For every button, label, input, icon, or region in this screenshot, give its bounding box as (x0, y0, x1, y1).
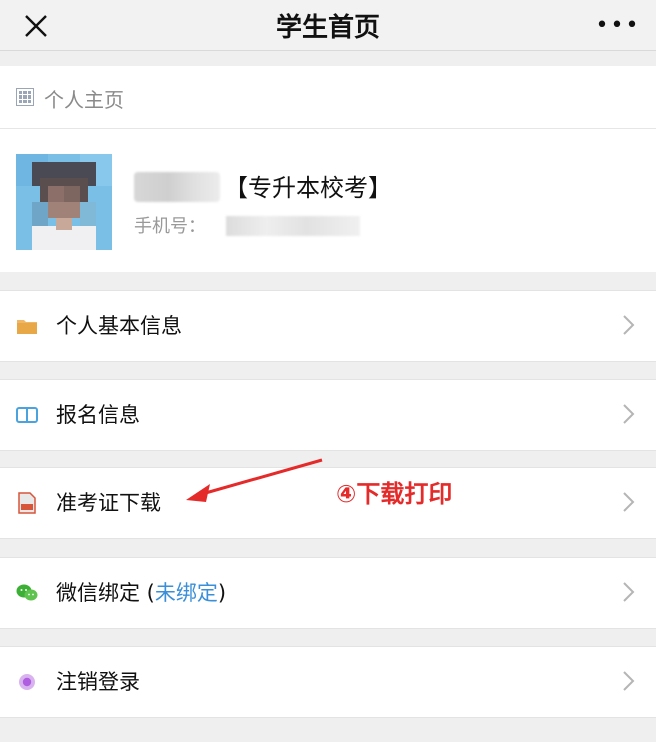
annotation-arrow (186, 458, 323, 502)
annotation-text: ④下载打印 (336, 480, 453, 508)
menu-item-label: 准考证下载 (56, 491, 161, 515)
menu-item-label: 微信绑定 (未绑定) (56, 577, 226, 607)
phone-label: 手机号： (134, 216, 206, 237)
chevron-right-icon (623, 671, 635, 691)
section-header: 个人主页 (0, 66, 656, 129)
pdf-icon (16, 492, 38, 514)
book-icon (16, 405, 38, 425)
chevron-right-icon (623, 582, 635, 602)
chevron-right-icon (623, 315, 635, 335)
more-button[interactable]: ••• (596, 10, 639, 40)
menu-item-basic-info[interactable]: 个人基本信息 (0, 290, 656, 362)
menu-item-logout[interactable]: 注销登录 (0, 646, 656, 718)
grid-icon (16, 88, 34, 106)
folder-icon (16, 316, 38, 336)
menu-item-admission-ticket-download[interactable]: 准考证下载 (0, 467, 656, 539)
wechat-icon (16, 583, 38, 603)
menu-item-wechat-binding[interactable]: 微信绑定 (未绑定) (0, 557, 656, 629)
menu-item-registration[interactable]: 报名信息 (0, 379, 656, 451)
chevron-right-icon (623, 404, 635, 424)
name-redacted (134, 172, 220, 202)
top-bar: 学生首页 ••• (0, 0, 656, 51)
section-title: 个人主页 (44, 88, 124, 112)
menu-item-label: 个人基本信息 (56, 314, 182, 338)
chevron-right-icon (623, 492, 635, 512)
profile-card: 个人主页 【专升本校考】 手机号： (0, 66, 656, 272)
menu-item-label: 注销登录 (56, 670, 140, 694)
wechat-bind-suffix: ) (217, 581, 227, 605)
wechat-bind-label: 微信绑定 ( (56, 581, 155, 605)
exam-type-tag: 【专升本校考】 (224, 174, 392, 202)
avatar (16, 154, 112, 250)
logout-icon (16, 672, 38, 692)
page-title: 学生首页 (275, 12, 380, 43)
phone-redacted (226, 216, 360, 236)
bind-status: 未绑定 (154, 581, 218, 605)
menu-item-label: 报名信息 (56, 403, 140, 427)
